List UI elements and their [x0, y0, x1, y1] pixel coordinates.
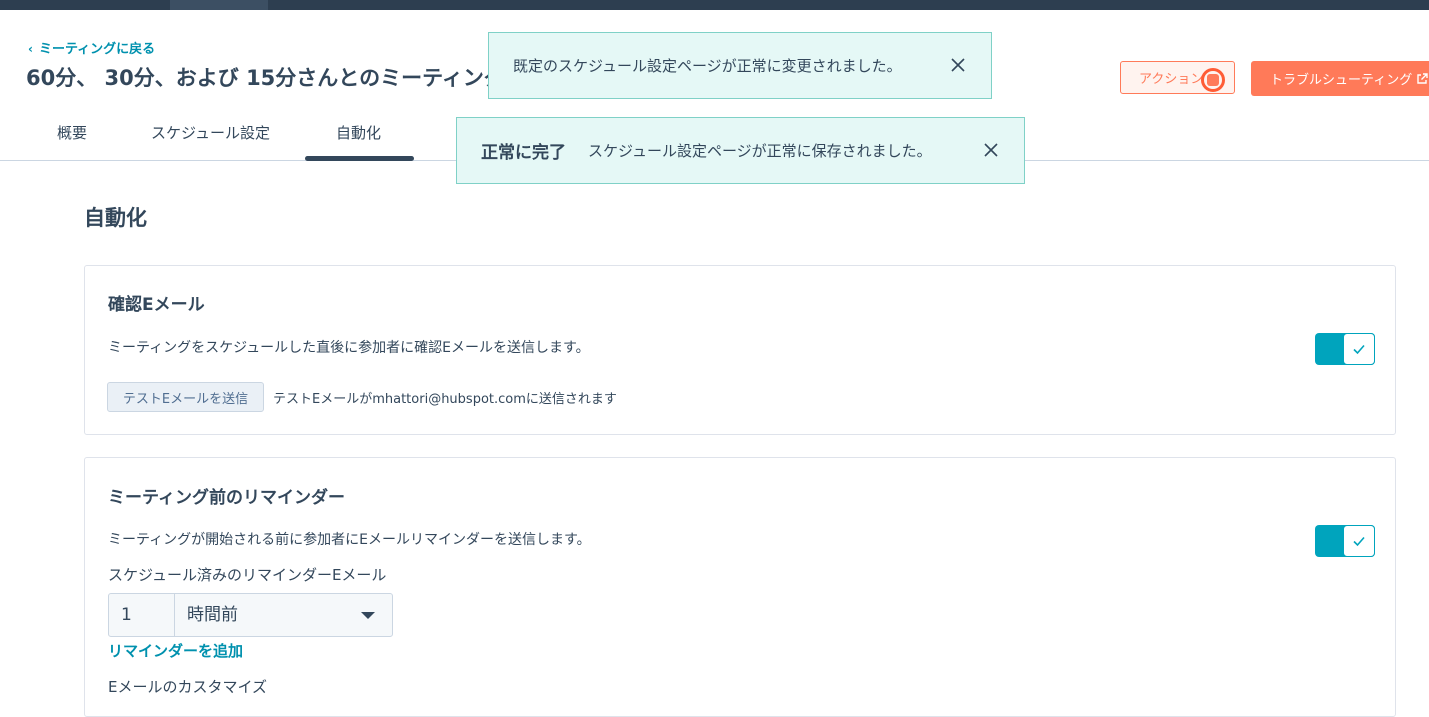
success-toast-saved: 正常に完了 スケジュール設定ページが正常に保存されました。 — [456, 117, 1025, 184]
confirmation-email-description: ミーティングをスケジュールした直後に参加者に確認Eメールを送信します。 — [108, 340, 590, 356]
back-to-meetings-link[interactable]: ‹ ミーティングに戻る — [28, 38, 155, 57]
tab-automation[interactable]: 自動化 — [336, 122, 381, 143]
success-toast-default-page: 既定のスケジュール設定ページが正常に変更されました。 — [488, 32, 992, 99]
reminder-unit-value: 時間前 — [187, 605, 238, 625]
actions-label: アクション — [1139, 72, 1204, 87]
confirmation-email-title: 確認Eメール — [108, 295, 205, 315]
reminder-toggle[interactable] — [1315, 525, 1375, 557]
send-test-email-button[interactable]: テストEメールを送信 — [107, 382, 264, 412]
external-link-icon — [1417, 72, 1428, 84]
customize-email-label: Eメールのカスタマイズ — [108, 678, 268, 696]
toast-message: スケジュール設定ページが正常に保存されました。 — [588, 142, 932, 160]
close-icon[interactable] — [949, 56, 967, 74]
toggle-knob — [1343, 333, 1375, 365]
confirmation-email-toggle[interactable] — [1315, 333, 1375, 365]
checkmark-icon — [1353, 344, 1365, 355]
active-tab-indicator — [305, 156, 414, 161]
nav-active-item[interactable] — [170, 0, 268, 10]
reminder-unit-select[interactable]: 時間前 — [174, 593, 393, 637]
chevron-left-icon: ‹ — [28, 42, 33, 56]
reminder-title: ミーティング前のリマインダー — [108, 488, 345, 508]
top-navigation-bar — [0, 0, 1429, 10]
page-title: 60分、 30分、および 15分さんとのミーティング — [26, 66, 496, 90]
tab-overview[interactable]: 概要 — [57, 122, 87, 143]
section-title: 自動化 — [84, 206, 147, 230]
toggle-knob — [1343, 525, 1375, 557]
reminder-description: ミーティングが開始される前に参加者にEメールリマインダーを送信します。 — [108, 532, 591, 548]
checkmark-icon — [1353, 536, 1365, 547]
meeting-reminder-card: ミーティング前のリマインダー ミーティングが開始される前に参加者にEメールリマイ… — [84, 457, 1396, 717]
toast-title: 正常に完了 — [481, 143, 566, 163]
tab-scheduling[interactable]: スケジュール設定 — [151, 122, 270, 143]
test-email-note: テストEメールがmhattori@hubspot.comに送信されます — [273, 392, 617, 407]
reminder-amount-input[interactable]: 1 — [108, 593, 175, 637]
close-icon[interactable] — [982, 141, 1000, 159]
toast-message: 既定のスケジュール設定ページが正常に変更されました。 — [513, 57, 902, 75]
scheduled-reminder-label: スケジュール済みのリマインダーEメール — [108, 566, 387, 584]
troubleshoot-button[interactable]: トラブルシューティング — [1251, 61, 1429, 96]
confirmation-email-card: 確認Eメール ミーティングをスケジュールした直後に参加者に確認Eメールを送信しま… — [84, 265, 1396, 435]
troubleshoot-label: トラブルシューティング — [1270, 73, 1413, 88]
caret-down-icon — [361, 612, 375, 619]
click-indicator — [1201, 68, 1225, 92]
back-link-label: ミーティングに戻る — [38, 42, 156, 57]
add-reminder-link[interactable]: リマインダーを追加 — [108, 640, 243, 661]
